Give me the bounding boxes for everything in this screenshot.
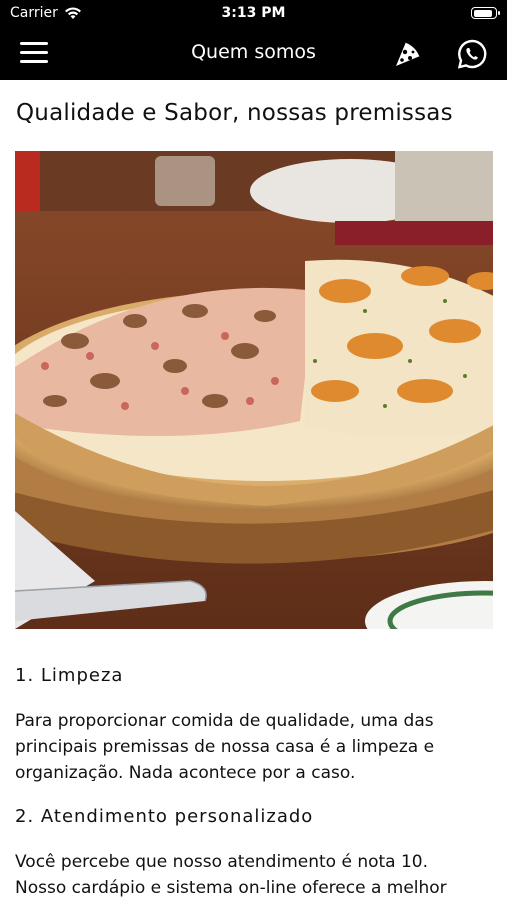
text-line: organização. Nada acontece por a caso. [15, 763, 356, 783]
section-text-atendimento: Você percebe que nosso atendimento é not… [15, 849, 495, 901]
status-time: 3:13 PM [221, 5, 286, 21]
page-title: Quem somos [191, 41, 316, 63]
page-heading: Qualidade e Sabor, nossas premissas [16, 100, 453, 126]
pizza-slice-icon[interactable] [392, 38, 424, 70]
whatsapp-icon[interactable] [456, 38, 488, 70]
section-title-limpeza: 1. Limpeza [15, 665, 124, 686]
text-line: Para proporcionar comida de qualidade, u… [15, 711, 434, 731]
pizza-photo [15, 151, 493, 629]
text-line: Nosso cardápio e sistema on-line oferece… [15, 878, 447, 898]
status-bar: Carrier 3:13 PM [0, 0, 507, 28]
text-line: Você percebe que nosso atendimento é not… [15, 852, 429, 872]
section-title-atendimento: 2. Atendimento personalizado [15, 806, 314, 827]
text-line: principais premissas de nossa casa é a l… [15, 737, 435, 757]
nav-bar: Quem somos [0, 28, 507, 80]
section-text-limpeza: Para proporcionar comida de qualidade, u… [15, 708, 495, 786]
battery-level [473, 9, 492, 17]
battery-icon [471, 7, 500, 19]
main-content: Qualidade e Sabor, nossas premissas 1. L… [0, 80, 507, 898]
